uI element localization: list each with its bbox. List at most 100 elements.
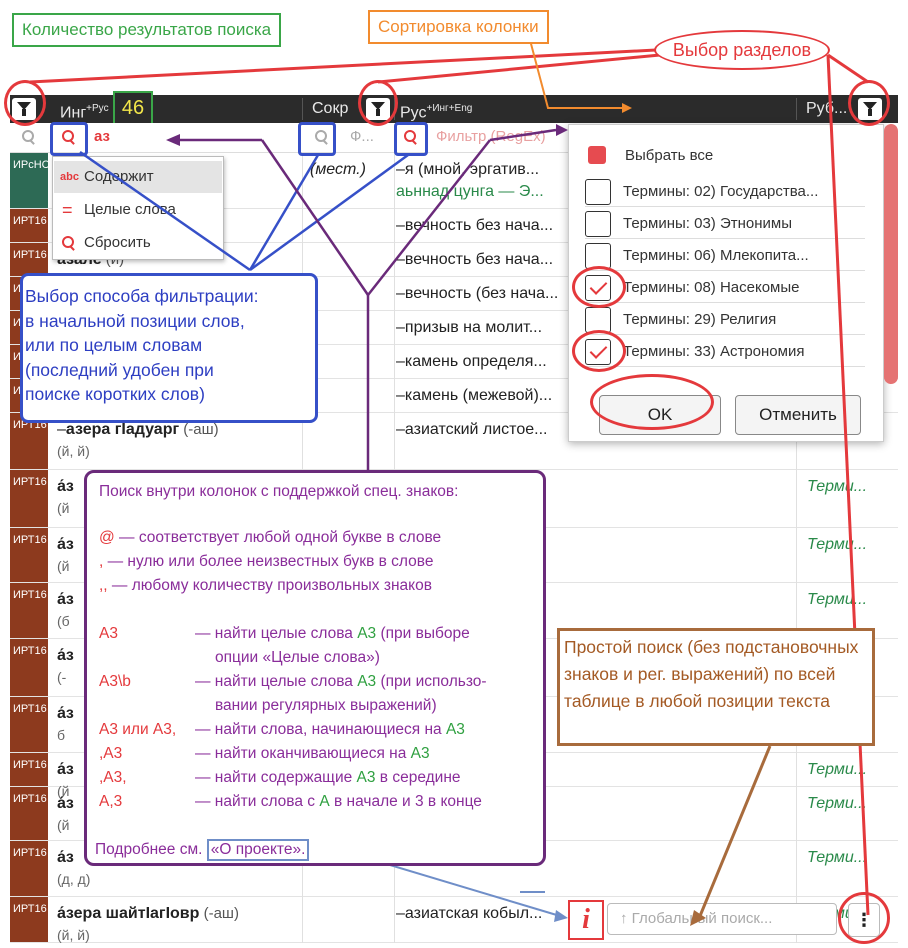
section-label: Термины: 29) Религия: [623, 311, 777, 328]
search-icon: [22, 130, 36, 144]
special-char-desc: — любому количеству произвольных знаков: [107, 577, 432, 594]
example-line: А3\b — найти целые слова А3 (при использо…: [99, 673, 487, 691]
section-checkbox[interactable]: [585, 179, 611, 205]
term-suffix: (-аш): [179, 421, 219, 438]
translation-cell: –вечность без нача...: [396, 217, 554, 234]
special-char: ,,: [99, 577, 108, 594]
term-cell: а́зера шайтӀагӀовр (-аш): [57, 905, 239, 923]
term-grammar: (й, й): [57, 443, 90, 459]
term-cell: а́з: [57, 849, 74, 867]
special-char-line: , — нулю или более неизвестных букв в сл…: [99, 553, 433, 571]
translation-cell: –азиатская кобыл...: [396, 905, 543, 922]
filter-mode-annotation: Выбор способа фильтрации: в начальной по…: [20, 273, 318, 423]
special-char-desc: — нулю или более неизвестных букв в слов…: [103, 553, 434, 570]
section-option[interactable]: Термины: 06) Млекопита...: [585, 239, 865, 271]
info-button[interactable]: i: [568, 900, 604, 940]
translation-cell: –я (мной, эргатив...: [396, 161, 540, 178]
ing-filter-input[interactable]: аз: [94, 128, 110, 145]
global-search-input[interactable]: ↑ Глобальный поиск...: [607, 903, 837, 935]
section-label: Термины: 03) Этнонимы: [623, 215, 792, 232]
example-desc: — найти содержащие: [195, 769, 357, 786]
section-cell: Терми...: [807, 761, 868, 778]
term-grammar: (й: [57, 817, 70, 833]
column-search-annotation: Поиск внутри колонок с поддержкой спец. …: [84, 470, 546, 866]
term-grammar: (-: [57, 669, 67, 685]
example-desc: — найти слова, начинающиеся на: [195, 721, 446, 738]
vertical-scrollbar[interactable]: [884, 124, 898, 384]
term-grammar: (б: [57, 613, 70, 629]
select-all-option[interactable]: Выбрать все: [585, 139, 865, 171]
source-tag: ИРТ16: [10, 787, 48, 840]
column-header-ing[interactable]: Инг+Рус: [60, 95, 109, 123]
example-highlight: А3: [357, 673, 377, 690]
section-label: Термины: 33) Астрономия: [623, 343, 805, 360]
abbr-cell: (мест.): [310, 161, 366, 178]
annotation-highlight: [298, 122, 336, 156]
source-tag: ИРТ16: [10, 528, 48, 582]
source-tag: ИРТ16: [10, 209, 48, 242]
term-cell: а́з: [57, 795, 74, 813]
sort-annotation: Сортировка колонки: [368, 10, 549, 44]
rus-filter-input[interactable]: Фильтр (RegEx): [436, 128, 546, 145]
translation-cell: –вечность (без нача...: [396, 285, 559, 302]
example-highlight: А3: [410, 745, 430, 762]
menu-item-contains[interactable]: abc Содержит: [54, 161, 222, 193]
column-header-rubric[interactable]: Руб...: [806, 95, 847, 123]
translation-cell: –азиатский листое...: [396, 421, 548, 438]
section-option[interactable]: Термины: 08) Насекомые: [585, 271, 865, 303]
section-option[interactable]: Термины: 03) Этнонимы: [585, 207, 865, 239]
term-word: азера гӀадуарг: [65, 421, 180, 438]
term-cell: а́з: [57, 591, 74, 609]
section-cell: Терми...: [807, 478, 868, 495]
menu-item-reset[interactable]: Сбросить: [54, 227, 222, 259]
source-tag: ИРТ16: [10, 753, 48, 786]
cancel-button[interactable]: Отменить: [735, 395, 861, 435]
menu-item-whole-words[interactable]: = Целые слова: [54, 194, 222, 226]
section-option[interactable]: Термины: 02) Государства...: [585, 175, 865, 207]
example-pattern: А3: [99, 625, 118, 642]
section-option[interactable]: Термины: 29) Религия: [585, 303, 865, 335]
example-desc: — найти оканчивающиеся на: [195, 745, 411, 762]
column-header-rus[interactable]: Рус+Инг+Eng: [400, 95, 472, 123]
select-all-checkbox[interactable]: [585, 143, 611, 169]
term-cell: –азера гӀадуарг (-аш): [57, 421, 219, 439]
annotation-highlight: [50, 122, 88, 156]
term-word: а́з: [57, 761, 74, 778]
example-pattern: А3 или А3,: [99, 721, 177, 738]
source-tag: ИРТ16: [10, 243, 48, 276]
about-link[interactable]: «О проекте».: [206, 839, 310, 861]
example-highlight: А3: [356, 769, 376, 786]
equals-icon: =: [62, 200, 73, 220]
sections-annotation: Выбор разделов: [654, 30, 830, 70]
example-pattern: А3\b: [99, 673, 131, 690]
section-checkbox[interactable]: [585, 211, 611, 237]
source-tag: ИРТ16: [10, 583, 48, 638]
special-char-line: @ — соответствует любой одной букве в сл…: [99, 529, 441, 547]
section-option[interactable]: Термины: 33) Астрономия: [585, 335, 865, 367]
example-highlight: А: [319, 793, 330, 810]
term-word: а́з: [57, 536, 74, 553]
example-highlight: А3: [357, 625, 377, 642]
section-cell: Терми...: [807, 536, 868, 553]
annotation-ring: [848, 80, 890, 126]
example-pattern: ,А3: [99, 745, 123, 762]
section-cell: Терми...: [807, 849, 868, 866]
sokr-filter-input[interactable]: Ф...: [350, 128, 374, 145]
source-tag: ИРТ16: [10, 697, 48, 752]
annotation-ring: [838, 892, 890, 944]
result-count: 46: [113, 91, 153, 125]
more-info: Подробнее см. «О проекте».: [95, 839, 310, 861]
column-header-sokr[interactable]: Сокр: [312, 95, 348, 123]
term-word: а́з: [57, 705, 74, 722]
example-line: ,А3, — найти содержащие А3 в середине: [99, 769, 461, 787]
special-char-desc: — соответствует любой одной букве в слов…: [114, 529, 442, 546]
term-word: а́зера шайтӀагӀовр: [57, 905, 200, 922]
annotation-ring: [358, 80, 398, 126]
annotation-ring: [590, 374, 714, 430]
term-word: а́з: [57, 647, 74, 664]
source-tag: ИРТ16: [10, 897, 48, 942]
section-cell: Терми...: [807, 591, 868, 608]
example-desc-tail: (при использо-: [376, 673, 487, 690]
annotation-ring: [572, 330, 626, 372]
section-label: Термины: 06) Млекопита...: [623, 247, 809, 264]
